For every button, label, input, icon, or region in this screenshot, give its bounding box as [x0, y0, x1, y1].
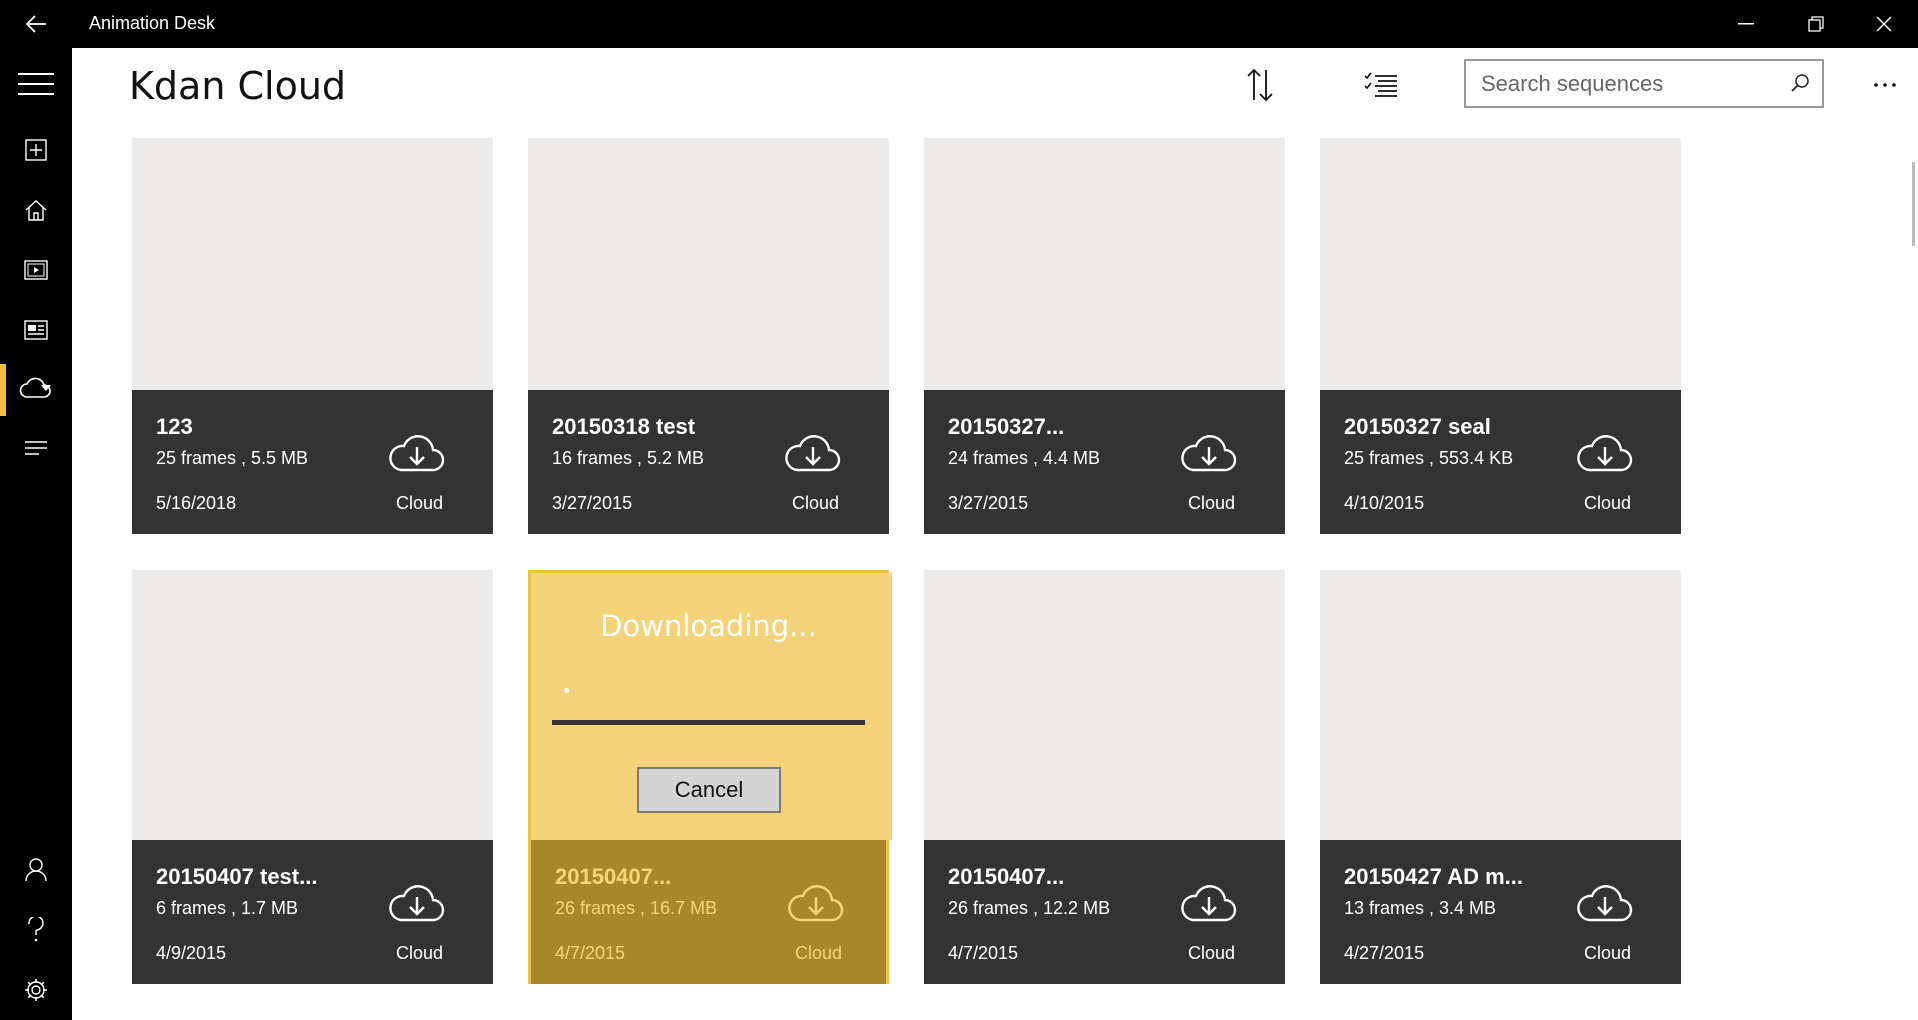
sequence-card-downloading[interactable]: Downloading... Cancel 20150407... 26 fra…: [528, 570, 892, 984]
card-location: Cloud: [1584, 493, 1632, 513]
card-thumbnail: [132, 138, 493, 390]
home-icon[interactable]: [0, 182, 72, 238]
cloud-download-icon[interactable]: [1180, 882, 1238, 924]
add-square-icon[interactable]: [0, 122, 72, 178]
card-meta: 25 frames , 5.5 MB: [156, 448, 309, 468]
download-status: Downloading...: [600, 609, 817, 643]
sequence-card[interactable]: 20150318 test 16 frames , 5.2 MB 3/27/20…: [528, 138, 889, 534]
page-title: Kdan Cloud: [129, 64, 347, 108]
card-location: Cloud: [795, 943, 843, 963]
card-name: 20150327...: [948, 414, 1065, 439]
card-date: 5/16/2018: [156, 493, 237, 513]
card-meta: 6 frames , 1.7 MB: [156, 898, 299, 918]
card-date: 4/10/2015: [1344, 493, 1425, 513]
card-name: 20150407...: [948, 864, 1065, 889]
card-info: 20150407... 26 frames , 16.7 MB 4/7/2015…: [531, 840, 886, 984]
close-icon[interactable]: [1850, 0, 1918, 48]
card-location: Cloud: [1188, 493, 1236, 513]
card-meta: 25 frames , 553.4 KB: [1344, 448, 1514, 468]
search-input[interactable]: [1466, 61, 1776, 106]
cloud-download-icon[interactable]: [1576, 432, 1634, 474]
gear-icon[interactable]: [0, 962, 72, 1018]
card-thumbnail: [924, 138, 1285, 390]
cloud-download-icon[interactable]: [784, 432, 842, 474]
app-window: Animation Desk Kdan Cloud Search sequenc…: [0, 0, 1918, 1020]
card-thumbnail: [1320, 138, 1681, 390]
cloud-download-icon[interactable]: [1576, 882, 1634, 924]
search-icon[interactable]: [1790, 73, 1810, 98]
card-name: 20150327 seal: [1344, 414, 1491, 439]
person-icon[interactable]: [0, 842, 72, 898]
app-title: Animation Desk: [89, 13, 216, 33]
minimize-icon[interactable]: [1712, 0, 1780, 48]
scrollbar[interactable]: [1912, 162, 1915, 246]
card-info: 20150407 test... 6 frames , 1.7 MB 4/9/2…: [132, 840, 493, 984]
card-meta: 13 frames , 3.4 MB: [1344, 898, 1497, 918]
card-thumbnail: [132, 570, 493, 840]
card-meta: 24 frames , 4.4 MB: [948, 448, 1101, 468]
cloud-download-icon[interactable]: [1180, 432, 1238, 474]
title-bar: Animation Desk: [0, 0, 1918, 48]
card-name: 123: [156, 414, 193, 439]
question-icon[interactable]: [0, 902, 72, 958]
gallery-icon[interactable]: [0, 302, 72, 358]
card-location: Cloud: [396, 493, 444, 513]
sort-icon[interactable]: [1235, 62, 1285, 108]
hamburger-icon[interactable]: [0, 56, 72, 112]
card-location: Cloud: [792, 493, 840, 513]
checklist-icon[interactable]: [1356, 62, 1406, 108]
card-date: 4/9/2015: [156, 943, 227, 963]
list-icon[interactable]: [0, 420, 72, 476]
search-box[interactable]: [1464, 59, 1824, 108]
cloud-icon[interactable]: [0, 360, 72, 416]
card-info: 20150318 test 16 frames , 5.2 MB 3/27/20…: [528, 390, 889, 534]
more-icon[interactable]: [1860, 62, 1910, 108]
card-info: 20150327 seal 25 frames , 553.4 KB 4/10/…: [1320, 390, 1681, 534]
back-arrow-icon[interactable]: [18, 11, 54, 37]
card-meta: 26 frames , 12.2 MB: [948, 898, 1111, 918]
sequence-card[interactable]: 20150327 seal 25 frames , 553.4 KB 4/10/…: [1320, 138, 1681, 534]
card-date: 3/27/2015: [552, 493, 633, 513]
card-date: 4/7/2015: [555, 943, 626, 963]
cloud-download-icon[interactable]: [388, 432, 446, 474]
card-thumbnail: [528, 138, 889, 390]
nav-rail: [0, 48, 72, 1020]
sequence-card[interactable]: 20150407 test... 6 frames , 1.7 MB 4/9/2…: [132, 570, 493, 984]
card-date: 4/7/2015: [948, 943, 1019, 963]
download-overlay: Downloading... Cancel: [531, 573, 892, 840]
card-info: 20150407... 26 frames , 12.2 MB 4/7/2015…: [924, 840, 1285, 984]
card-thumbnail: [1320, 570, 1681, 840]
card-thumbnail: [924, 570, 1285, 840]
card-info: 20150327... 24 frames , 4.4 MB 3/27/2015…: [924, 390, 1285, 534]
progress-indicator-dot: [564, 688, 569, 693]
card-info: 123 25 frames , 5.5 MB 5/16/2018 Cloud: [132, 390, 493, 534]
cloud-download-icon[interactable]: [787, 882, 845, 924]
cancel-download-button[interactable]: Cancel: [637, 767, 781, 813]
card-date: 3/27/2015: [948, 493, 1029, 513]
sequence-card[interactable]: 20150327... 24 frames , 4.4 MB 3/27/2015…: [924, 138, 1285, 534]
restore-icon[interactable]: [1782, 0, 1850, 48]
card-location: Cloud: [396, 943, 444, 963]
sequence-card[interactable]: 20150407... 26 frames , 12.2 MB 4/7/2015…: [924, 570, 1285, 984]
card-date: 4/27/2015: [1344, 943, 1425, 963]
sequence-card[interactable]: 20150427 AD m... 13 frames , 3.4 MB 4/27…: [1320, 570, 1681, 984]
card-name: 20150407...: [555, 864, 672, 889]
card-location: Cloud: [1188, 943, 1236, 963]
card-meta: 26 frames , 16.7 MB: [555, 898, 718, 918]
download-progress-bar: [552, 720, 865, 725]
card-name: 20150318 test: [552, 414, 696, 439]
card-meta: 16 frames , 5.2 MB: [552, 448, 705, 468]
card-info: 20150427 AD m... 13 frames , 3.4 MB 4/27…: [1320, 840, 1681, 984]
card-name: 20150407 test...: [156, 864, 318, 889]
sequence-card[interactable]: 123 25 frames , 5.5 MB 5/16/2018 Cloud: [132, 138, 493, 534]
card-name: 20150427 AD m...: [1344, 864, 1523, 889]
card-location: Cloud: [1584, 943, 1632, 963]
video-icon[interactable]: [0, 242, 72, 298]
cloud-download-icon[interactable]: [388, 882, 446, 924]
